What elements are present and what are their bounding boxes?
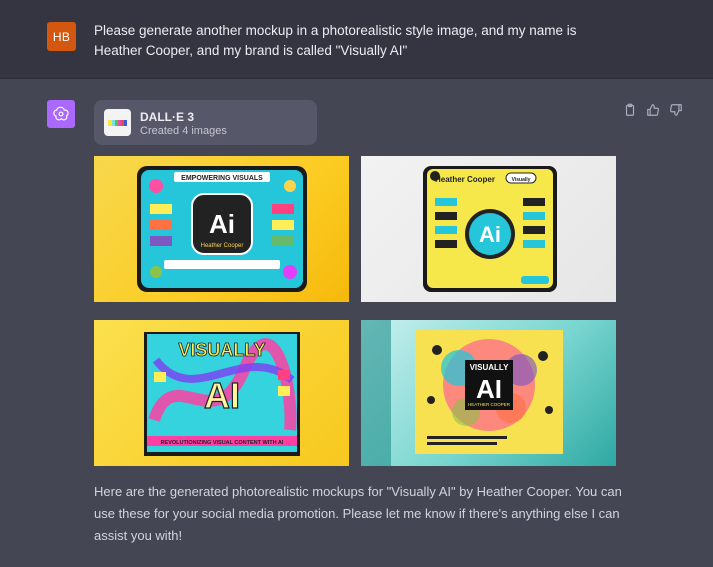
user-initials: HB xyxy=(52,29,71,44)
thumbs-down-icon[interactable] xyxy=(668,102,684,118)
thumbs-up-icon[interactable] xyxy=(645,102,661,118)
image-4-heading: VISUALLY xyxy=(470,363,509,372)
image-1-center-text: Ai xyxy=(209,209,235,239)
generated-image-2[interactable]: Heather Cooper Visually Ai xyxy=(361,156,616,302)
image-3-footer: REVOLUTIONIZING VISUAL CONTENT WITH AI xyxy=(161,440,284,446)
message-actions xyxy=(622,102,684,118)
image-3-heading: VISUALLY xyxy=(178,340,265,360)
image-1-heading: EMPOWERING VISUALS xyxy=(181,175,263,182)
openai-logo-icon xyxy=(47,100,75,128)
image-2-button: Visually xyxy=(512,177,531,183)
clipboard-icon[interactable] xyxy=(622,102,638,118)
image-1-subname: Heather Cooper xyxy=(201,243,244,249)
user-message-row: HB Please generate another mockup in a p… xyxy=(0,0,713,79)
image-3-center-text: AI xyxy=(204,375,240,416)
dalle-logo-icon xyxy=(104,109,131,136)
image-2-heading: Heather Cooper xyxy=(435,175,495,184)
assistant-reply-text: Here are the generated photorealistic mo… xyxy=(94,484,622,543)
dalle-tool-chip[interactable]: DALL·E 3 Created 4 images xyxy=(94,100,317,145)
image-4-center-text: AI xyxy=(476,374,502,404)
image-2-center-text: Ai xyxy=(479,222,501,247)
user-avatar: HB xyxy=(47,22,76,51)
generated-image-4[interactable]: VISUALLY AI HEATHER COOPER xyxy=(361,320,616,466)
tool-subtitle: Created 4 images xyxy=(140,125,227,137)
generated-image-3[interactable]: VISUALLY AI REVOLUTIONIZING VISUAL CONTE… xyxy=(94,320,349,466)
user-message-text: Please generate another mockup in a phot… xyxy=(94,23,577,58)
tool-title: DALL·E 3 xyxy=(140,110,194,124)
image-4-subname: HEATHER COOPER xyxy=(468,402,511,407)
generated-image-1[interactable]: EMPOWERING VISUALS Ai Heather Cooper xyxy=(94,156,349,302)
